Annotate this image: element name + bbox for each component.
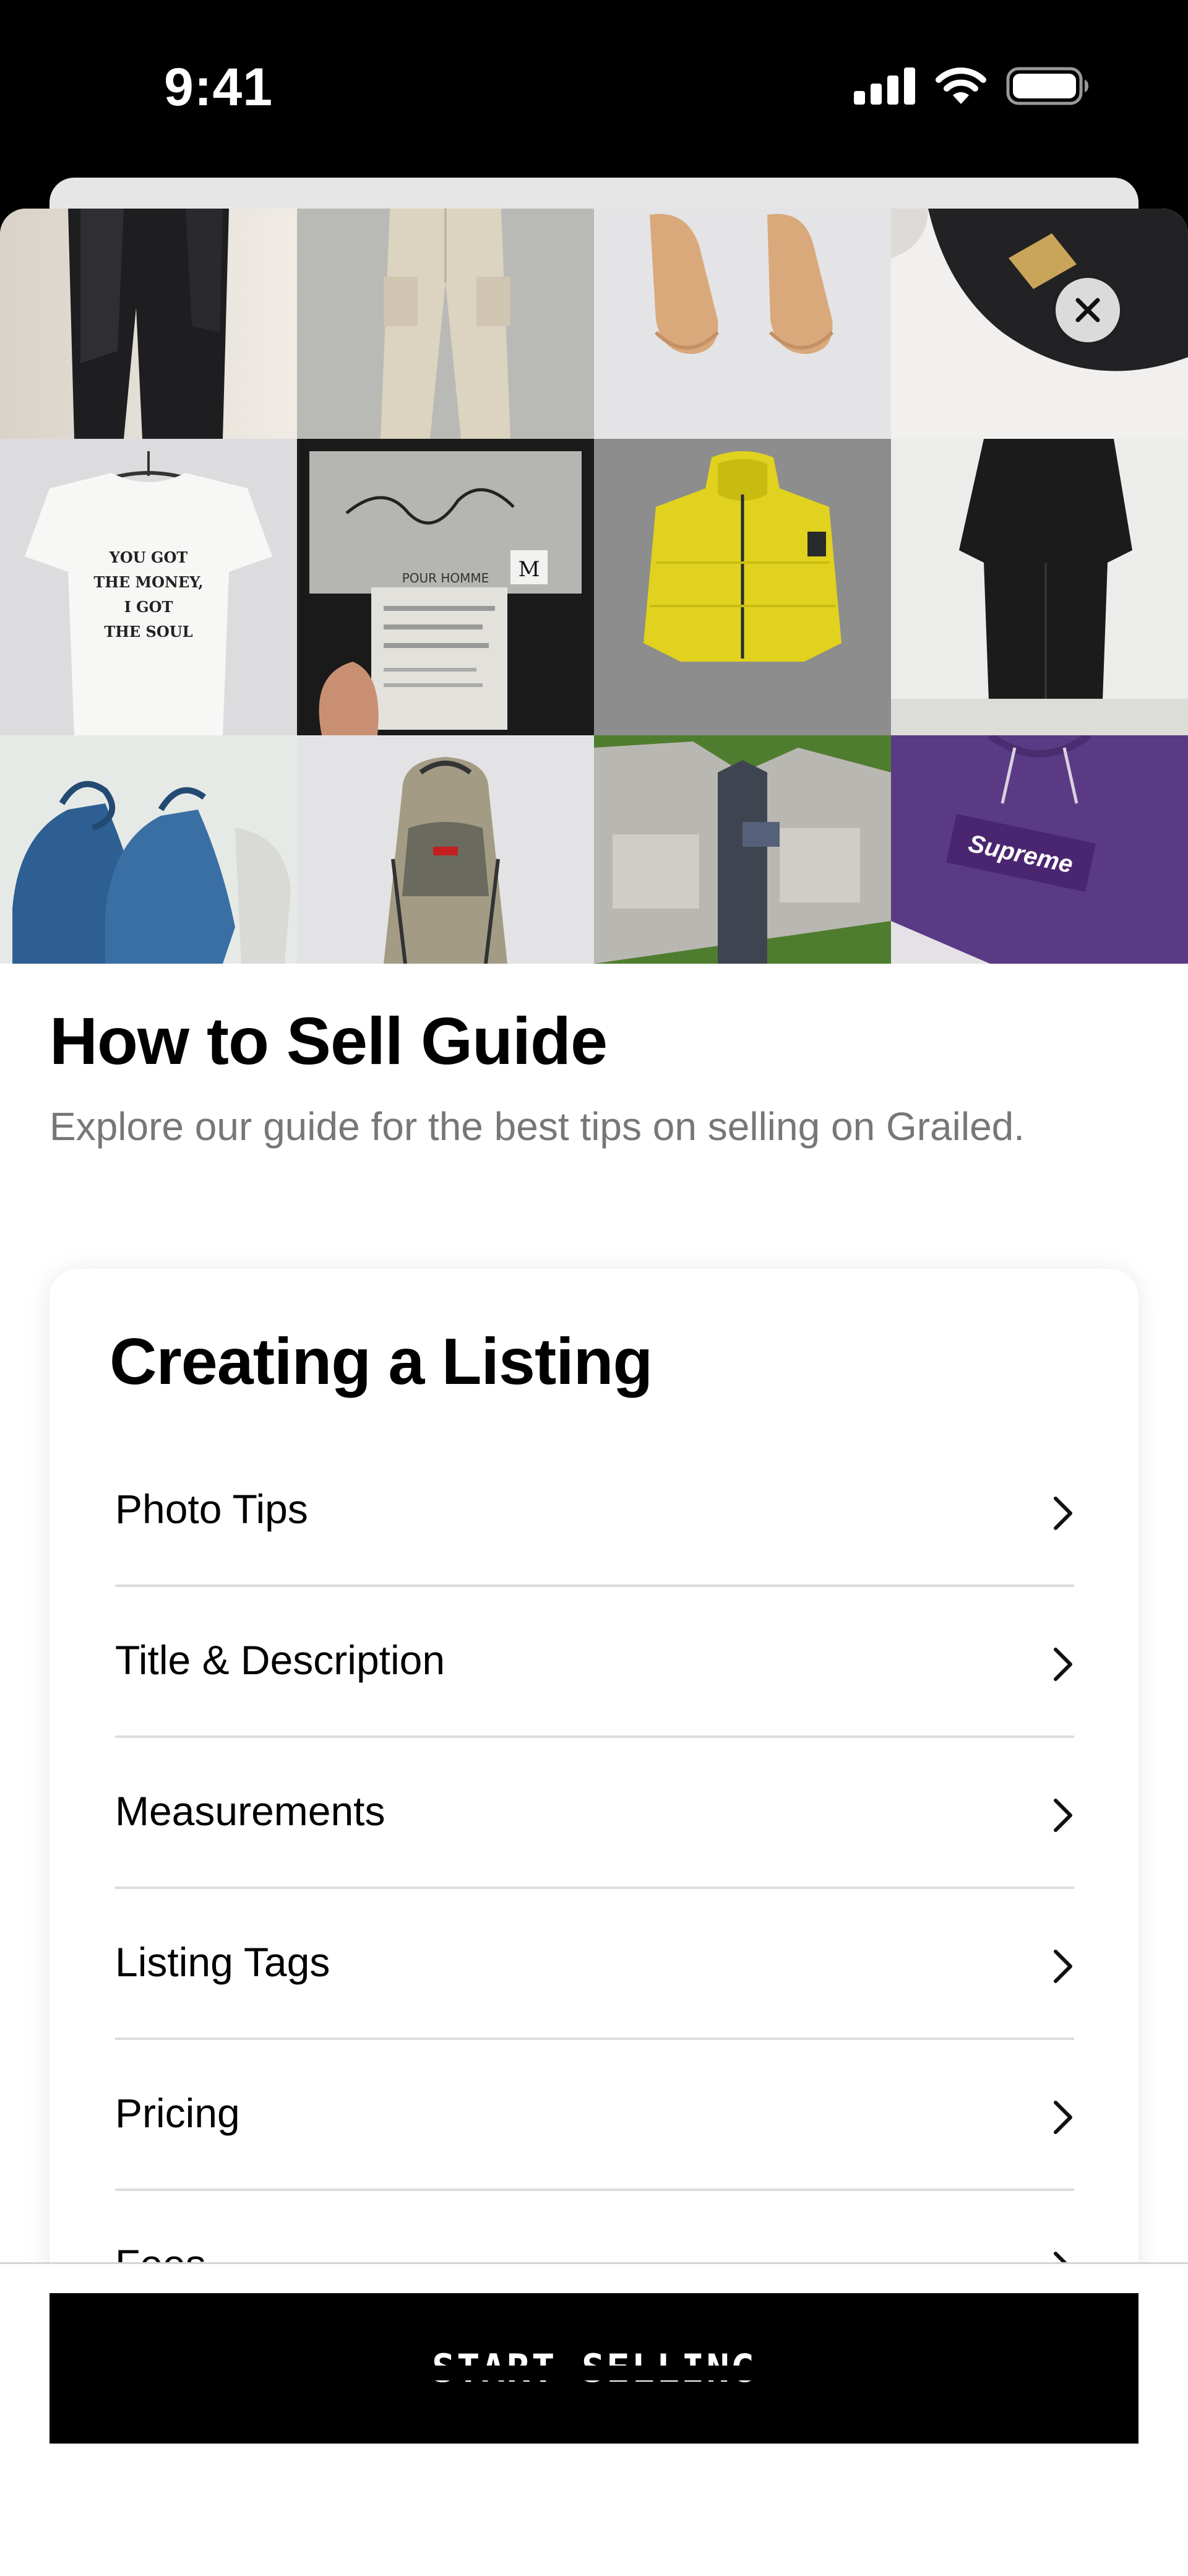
topic-item-label: Photo Tips [115, 1486, 308, 1532]
purple-hoodie-photo: Supreme [891, 735, 1188, 964]
utility-vest-jacket-photo [594, 735, 891, 964]
topic-item-label: Pricing [115, 2090, 240, 2136]
status-icons [854, 67, 1089, 105]
status-bar: 9:41 [0, 0, 1188, 179]
photo-grid: YOU GOT THE MONEY, I GOT THE SOUL POUR H… [0, 209, 1188, 964]
chevron-right-icon [1054, 2101, 1072, 2134]
svg-text:THE SOUL: THE SOUL [104, 623, 192, 641]
how-to-sell-sheet: YOU GOT THE MONEY, I GOT THE SOUL POUR H… [0, 209, 1188, 2576]
svg-text:I GOT: I GOT [124, 598, 173, 616]
svg-text:M: M [519, 557, 540, 582]
topic-item-listing-tags[interactable]: Listing Tags [115, 1889, 1074, 2040]
svg-text:POUR HOMME: POUR HOMME [402, 571, 489, 586]
guide-topic-list: Photo Tips Title & Description Measureme… [115, 1436, 1074, 2342]
chevron-right-icon [1054, 1497, 1072, 1530]
chevron-right-icon [1054, 1950, 1072, 1983]
cream-cargo-pants-photo [297, 209, 594, 439]
wifi-icon [936, 67, 986, 104]
close-button[interactable] [1056, 278, 1120, 342]
clothing-label-photo: POUR HOMME M [297, 439, 594, 735]
blue-moccasin-boots-photo [0, 735, 297, 964]
topic-item-photo-tips[interactable]: Photo Tips [115, 1436, 1074, 1587]
backpack-photo [297, 735, 594, 964]
chevron-right-icon [1054, 1799, 1072, 1832]
cellular-signal-icon [854, 67, 915, 105]
tan-sneakers-photo [594, 209, 891, 439]
home-indicator[interactable] [384, 2366, 806, 2380]
topic-item-label: Listing Tags [115, 1939, 330, 1985]
close-icon [1075, 298, 1100, 322]
yellow-puffer-jacket-photo [594, 439, 891, 735]
battery-icon [1006, 67, 1088, 105]
black-bag-photo [891, 209, 1188, 439]
svg-text:YOU GOT: YOU GOT [109, 548, 188, 566]
topic-item-title-description[interactable]: Title & Description [115, 1587, 1074, 1738]
page-title: How to Sell Guide [50, 1003, 608, 1078]
bottom-action-bar: START SELLING [0, 2262, 1188, 2576]
card-title: Creating a Listing [110, 1325, 653, 1398]
topic-item-pricing[interactable]: Pricing [115, 2040, 1074, 2191]
topic-item-label: Measurements [115, 1788, 385, 1834]
status-time: 9:41 [164, 58, 273, 117]
chevron-right-icon [1054, 1648, 1072, 1681]
topic-item-measurements[interactable]: Measurements [115, 1738, 1074, 1889]
svg-text:THE MONEY,: THE MONEY, [93, 573, 203, 591]
page-subtitle: Explore our guide for the best tips on s… [50, 1104, 1025, 1149]
graphic-tshirt-photo: YOU GOT THE MONEY, I GOT THE SOUL [0, 439, 297, 735]
black-coat-and-trousers-photo [0, 209, 297, 439]
topic-item-label: Title & Description [115, 1637, 446, 1683]
black-outfit-photo [891, 439, 1188, 735]
